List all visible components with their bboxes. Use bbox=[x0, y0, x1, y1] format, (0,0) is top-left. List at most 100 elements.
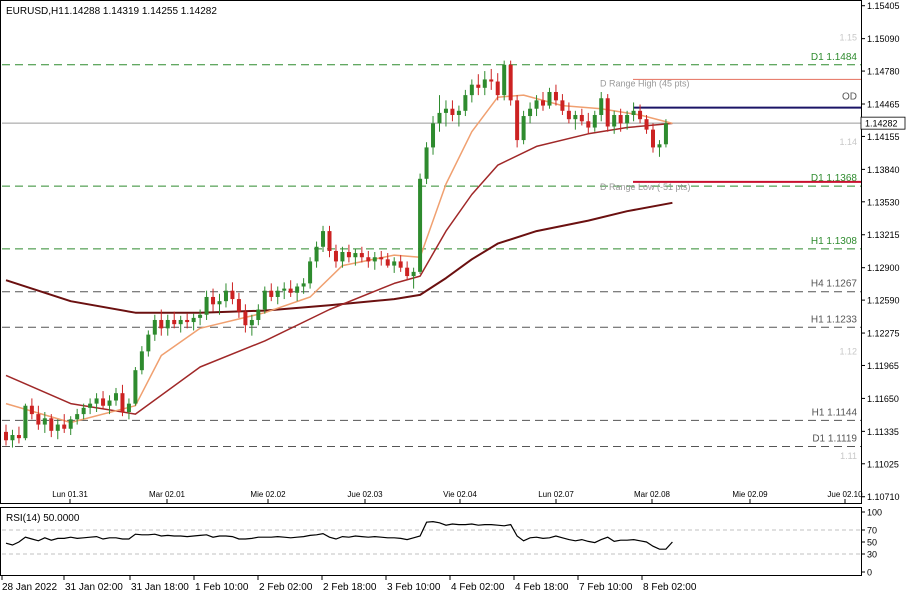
candle-body bbox=[275, 290, 280, 297]
od-level-label: OD bbox=[842, 92, 857, 103]
candle-body bbox=[411, 271, 416, 277]
candle bbox=[515, 95, 520, 148]
price-tick-label: 1.11650 bbox=[867, 394, 899, 404]
candle bbox=[94, 393, 99, 413]
price-tick-label: 1.14465 bbox=[867, 100, 900, 110]
chart-root: 1.15 1.14 1.12 1.11 D1 1.1484 OD D1 1.1368 H1 … bbox=[0, 0, 907, 597]
candle bbox=[321, 225, 326, 252]
candle-body bbox=[36, 414, 41, 425]
candle bbox=[489, 68, 494, 90]
candle-body bbox=[631, 110, 636, 115]
time-tick-label: 2 Feb 02:00 bbox=[259, 582, 313, 593]
ma-slow-line bbox=[5, 201, 673, 314]
rsi-line bbox=[5, 520, 673, 550]
candle-body bbox=[547, 91, 552, 106]
time-tick-label: 3 Feb 10:00 bbox=[387, 582, 441, 593]
symbol-label: EURUSD,H1 bbox=[6, 6, 64, 17]
level-label: H1 1.1233 bbox=[811, 314, 858, 325]
candle-body bbox=[75, 414, 80, 420]
candle-body bbox=[321, 231, 326, 247]
candle bbox=[185, 313, 190, 329]
candle-body bbox=[463, 95, 468, 111]
candle bbox=[495, 73, 500, 101]
candle bbox=[482, 71, 487, 96]
candle-body bbox=[146, 334, 151, 352]
candle bbox=[172, 311, 177, 329]
candle-body bbox=[295, 286, 300, 293]
day-tick-label: Mie 02.02 bbox=[250, 490, 286, 499]
candle-body bbox=[418, 178, 423, 272]
candle bbox=[243, 304, 248, 333]
candle-body bbox=[314, 246, 319, 262]
faint-round-number-label: 1.14 bbox=[839, 137, 857, 147]
candle bbox=[62, 414, 67, 433]
candle-body bbox=[502, 64, 507, 96]
level-label: H1 1.1144 bbox=[812, 407, 858, 418]
candle-body bbox=[366, 257, 371, 262]
candle-body bbox=[612, 114, 617, 127]
candle-body bbox=[327, 231, 332, 251]
candle bbox=[107, 395, 112, 415]
candle bbox=[249, 314, 254, 336]
candle bbox=[120, 384, 125, 417]
candle bbox=[528, 102, 533, 124]
candle-body bbox=[482, 79, 487, 88]
candle-body bbox=[139, 351, 144, 371]
rsi-tick-label: 100 bbox=[867, 508, 882, 518]
candle bbox=[165, 314, 170, 336]
candle-body bbox=[385, 259, 390, 266]
candle-body bbox=[663, 123, 668, 145]
candle-body bbox=[553, 91, 558, 101]
time-tick-label: 1 Feb 10:00 bbox=[195, 582, 249, 593]
candle bbox=[295, 283, 300, 302]
candle bbox=[651, 123, 655, 153]
candle-body bbox=[301, 283, 306, 287]
candle bbox=[502, 60, 507, 101]
candle-body bbox=[230, 290, 235, 300]
candle bbox=[560, 94, 565, 115]
candle bbox=[308, 257, 313, 289]
candle-body bbox=[288, 288, 293, 293]
candle-body bbox=[68, 419, 73, 429]
price-axis: 1.15405 1.15090 1.14780 1.14465 1.14155 1.138… bbox=[861, 1, 900, 502]
candle bbox=[443, 100, 448, 127]
candle bbox=[521, 110, 526, 145]
candle-body bbox=[29, 405, 34, 415]
candle-body bbox=[579, 114, 584, 122]
candle-body bbox=[456, 110, 461, 115]
d-range-label: D Range Low (-51 pts) bbox=[600, 182, 691, 192]
candle-body bbox=[450, 108, 455, 115]
candle bbox=[133, 367, 138, 406]
candle-body bbox=[4, 431, 8, 441]
price-tick-label: 1.11965 bbox=[867, 361, 899, 371]
day-tick-label: Mar 02.01 bbox=[149, 490, 186, 499]
candle-body bbox=[657, 144, 662, 148]
candle-body bbox=[424, 147, 429, 179]
candle bbox=[191, 313, 196, 331]
candle-body bbox=[178, 319, 183, 325]
candle bbox=[333, 244, 338, 268]
candle-body bbox=[528, 108, 533, 117]
candle bbox=[405, 261, 410, 281]
price-tick-label: 1.14780 bbox=[867, 67, 900, 77]
rsi-tick-label: 70 bbox=[867, 526, 877, 536]
day-tick-label: Lun 02.07 bbox=[538, 490, 574, 499]
candle bbox=[288, 280, 293, 297]
candle bbox=[605, 94, 610, 132]
candle-body bbox=[133, 370, 138, 404]
candle-body bbox=[55, 424, 60, 431]
d-range-label: D Range High (45 pts) bbox=[600, 78, 690, 88]
day-tick-label: Jue 02.10 bbox=[827, 490, 863, 499]
candle-body bbox=[165, 319, 170, 329]
price-tick-label: 1.12900 bbox=[867, 263, 900, 273]
candle-body bbox=[81, 407, 86, 415]
candle-body bbox=[625, 114, 630, 124]
candle bbox=[437, 95, 442, 132]
time-tick-label: 8 Feb 02:00 bbox=[643, 582, 697, 593]
candle-body bbox=[359, 253, 364, 258]
candle-body bbox=[243, 311, 248, 326]
time-axis: Lun 01.31 Mar 02.01 Mie 02.02 Jue 02.03 Vie … bbox=[1, 490, 863, 593]
candle-body bbox=[308, 261, 313, 284]
candle bbox=[379, 250, 384, 266]
day-tick-label: Vie 02.04 bbox=[443, 490, 477, 499]
